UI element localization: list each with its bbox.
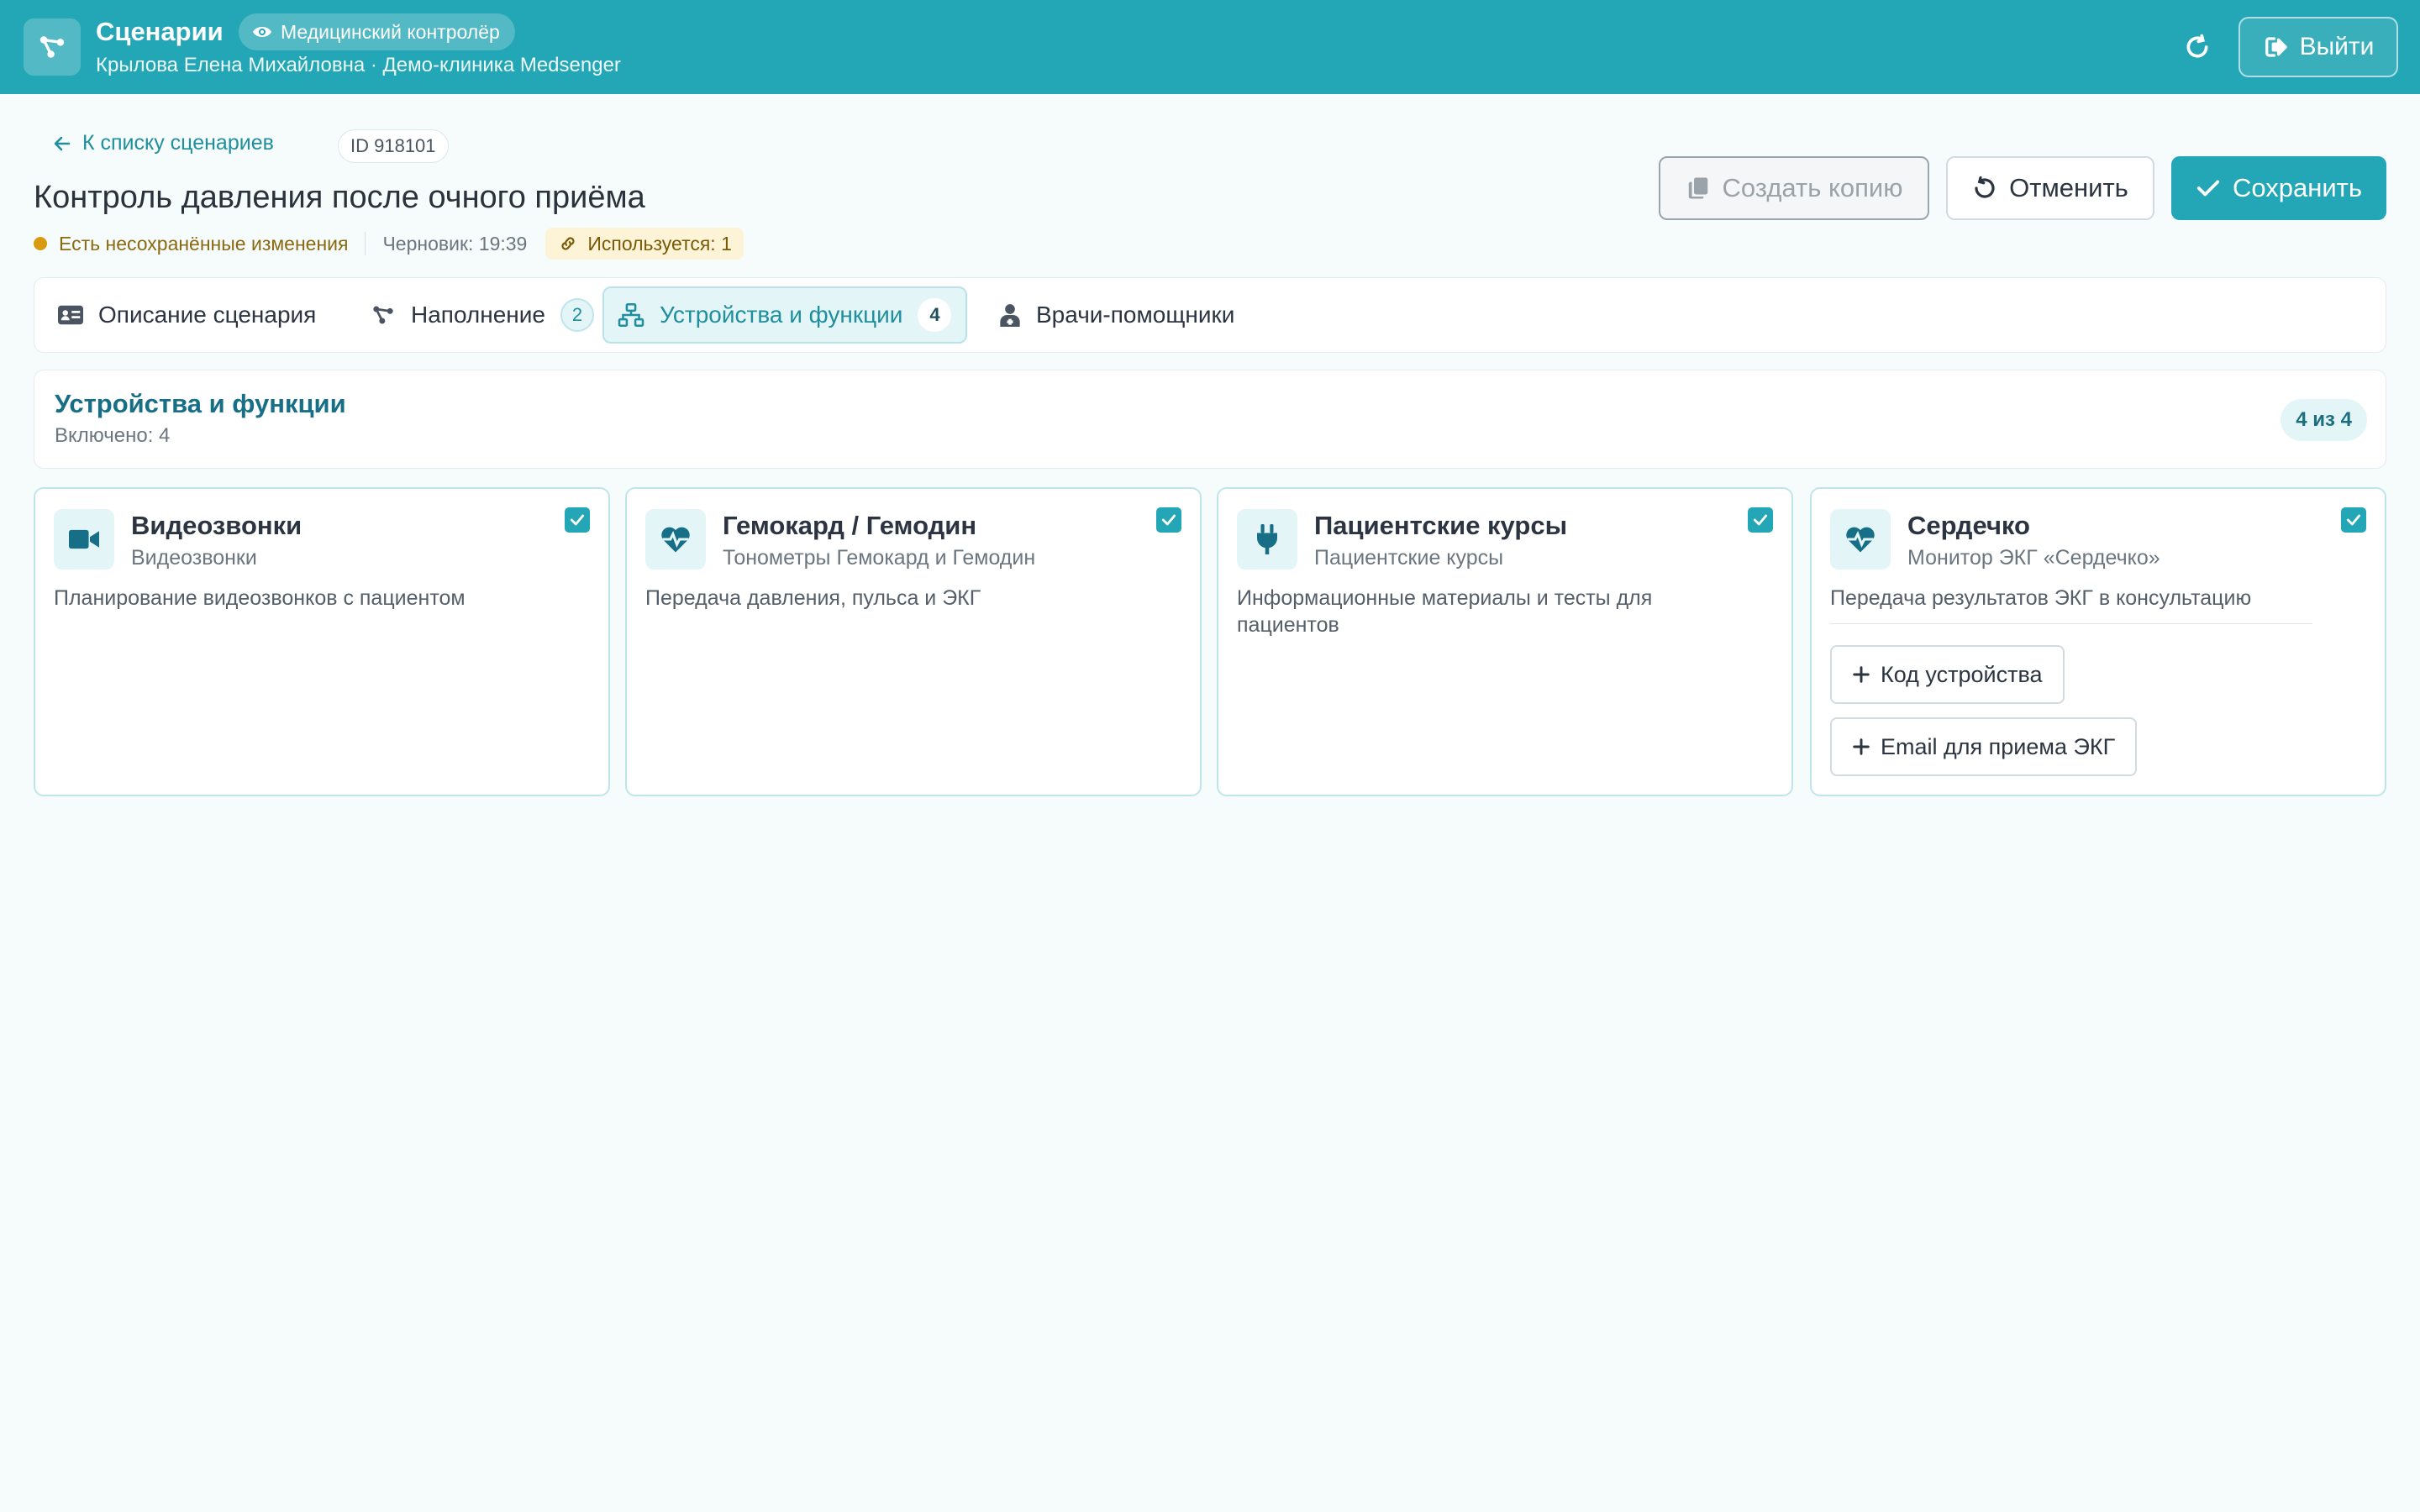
unsaved-dot-icon — [34, 237, 47, 250]
eye-icon — [253, 27, 271, 37]
back-link-label: К списку сценариев — [82, 131, 274, 155]
tab-label: Устройства и функции — [660, 302, 903, 328]
tab-label: Наполнение — [411, 302, 545, 328]
divider — [365, 232, 366, 255]
card-description: Передача давления, пульса и ЭКГ — [645, 586, 981, 610]
enabled-checkbox[interactable] — [565, 507, 590, 533]
add-ecg-email-label: Email для приема ЭКГ — [1881, 733, 2116, 759]
logout-label: Выйти — [2299, 33, 2375, 60]
tab-bar: Описание сценария Наполнение 2 Устройств… — [34, 277, 2386, 353]
card-description: Планирование видеозвонков с пациентом — [54, 586, 466, 610]
device-card[interactable]: Видеозвонки Видеозвонки Планирование вид… — [34, 487, 610, 796]
save-label: Сохранить — [2232, 173, 2363, 202]
sign-out-icon — [2265, 37, 2287, 57]
card-title: Видеозвонки — [131, 511, 302, 540]
tab-label: Врачи-помощники — [1036, 302, 1235, 328]
add-device-code-button[interactable]: Код устройства — [1830, 645, 2065, 704]
link-icon — [561, 237, 575, 250]
video-camera-icon — [54, 509, 114, 570]
draft-time: Черновик: 19:39 — [382, 232, 528, 255]
graph-icon — [373, 306, 393, 324]
usage-label: Используется: 1 — [587, 232, 732, 255]
device-card[interactable]: Пациентские курсы Пациентские курсы Инфо… — [1217, 487, 1793, 796]
plus-icon — [1853, 666, 1870, 683]
card-subtitle: Видеозвонки — [131, 546, 257, 570]
card-subtitle: Монитор ЭКГ «Сердечко» — [1907, 546, 2160, 570]
user-info: Крылова Елена Михайловна · Демо-клиника … — [96, 54, 621, 76]
tab-devices[interactable]: Устройства и функции 4 — [602, 286, 967, 344]
sitemap-icon — [618, 303, 644, 327]
card-title: Гемокард / Гемодин — [723, 511, 977, 540]
create-copy-label: Создать копию — [1722, 173, 1903, 202]
logout-button[interactable]: Выйти — [2238, 17, 2398, 77]
card-description: Передача результатов ЭКГ в консультацию — [1830, 586, 2252, 610]
add-device-code-label: Код устройства — [1881, 661, 2043, 687]
card-title: Сердечко — [1907, 511, 2030, 540]
plus-icon — [1853, 738, 1870, 755]
role-badge: Медицинский контролёр — [239, 13, 515, 50]
cancel-button[interactable]: Отменить — [1946, 156, 2154, 220]
refresh-icon — [2186, 34, 2208, 58]
section-subtitle: Включено: 4 — [55, 424, 171, 447]
back-to-list-link[interactable]: К списку сценариев — [52, 131, 274, 155]
app-title: Сценарии — [96, 17, 224, 46]
role-label: Медицинский контролёр — [281, 20, 500, 43]
divider — [1830, 623, 2312, 624]
arrow-left-icon — [54, 136, 71, 150]
card-title: Пациентские курсы — [1314, 511, 1568, 540]
tab-content[interactable]: Наполнение 2 — [357, 286, 608, 344]
top-bar: Сценарии Медицинский контролёр Крылова Е… — [0, 0, 2420, 94]
enabled-count-badge: 4 из 4 — [2281, 399, 2367, 441]
check-icon — [1753, 514, 1768, 526]
scenario-graph-icon — [24, 18, 81, 76]
card-subtitle: Пациентские курсы — [1314, 546, 1504, 570]
card-subtitle: Тонометры Гемокард и Гемодин — [723, 546, 1036, 570]
device-card[interactable]: Гемокард / Гемодин Тонометры Гемокард и … — [625, 487, 1202, 796]
cancel-label: Отменить — [2009, 173, 2128, 202]
create-copy-button[interactable]: Создать копию — [1659, 156, 1929, 220]
unsaved-status: Есть несохранённые изменения — [59, 232, 349, 255]
card-description: Информационные материалы и тесты для пац… — [1237, 586, 1653, 637]
check-icon — [1161, 514, 1176, 526]
enabled-checkbox[interactable] — [2341, 507, 2366, 533]
check-icon — [2196, 180, 2220, 197]
device-card[interactable]: Сердечко Монитор ЭКГ «Сердечко» Передача… — [1810, 487, 2386, 796]
tab-label: Описание сценария — [98, 302, 317, 328]
id-card-icon — [58, 305, 83, 325]
user-doctor-icon — [1000, 304, 1020, 327]
tab-assistant-doctors[interactable]: Врачи-помощники — [986, 286, 1248, 344]
plug-icon — [1237, 509, 1297, 570]
enabled-checkbox[interactable] — [1156, 507, 1181, 533]
check-icon — [570, 514, 585, 526]
tab-count-badge: 4 — [918, 298, 952, 332]
usage-badge[interactable]: Используется: 1 — [545, 228, 744, 260]
tab-description[interactable]: Описание сценария — [45, 286, 329, 344]
heart-pulse-icon — [645, 509, 706, 570]
status-row: Есть несохранённые изменения Черновик: 1… — [34, 228, 744, 260]
add-ecg-email-button[interactable]: Email для приема ЭКГ — [1830, 717, 2138, 776]
heart-pulse-icon — [1830, 509, 1891, 570]
undo-icon — [1975, 176, 1995, 198]
enabled-checkbox[interactable] — [1748, 507, 1773, 533]
save-button[interactable]: Сохранить — [2171, 156, 2386, 220]
tab-count-badge: 2 — [560, 298, 594, 332]
devices-section-header: Устройства и функции Включено: 4 4 из 4 — [34, 370, 2386, 469]
page-title: Контроль давления после очного приёма — [34, 180, 645, 215]
scenario-id-badge: ID 918101 — [338, 129, 449, 163]
section-title: Устройства и функции — [55, 389, 346, 418]
check-icon — [2346, 514, 2361, 526]
copy-icon — [1688, 177, 1707, 199]
refresh-button[interactable] — [2178, 25, 2217, 69]
